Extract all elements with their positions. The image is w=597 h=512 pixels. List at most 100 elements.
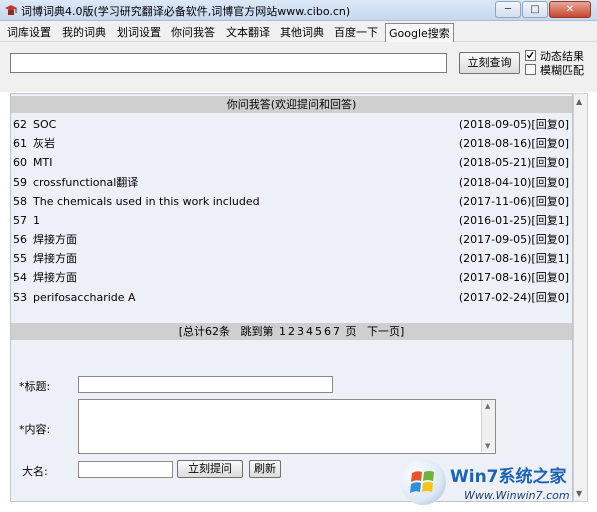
search-button[interactable]: 立刻查询	[459, 52, 520, 74]
question-id: 56	[13, 233, 27, 246]
reply-link[interactable]: [回复1]	[531, 214, 569, 227]
menu-item-other-dicts[interactable]: 其他词典	[280, 24, 324, 40]
qa-section-header: 你问我答(欢迎提问和回答)	[11, 96, 572, 113]
list-item[interactable]: 59 crossfunctional翻译 (2018-04-10)[回复0]	[13, 174, 569, 192]
watermark: Win7系统之家 Www.Winwin7.com	[398, 457, 593, 509]
reply-link[interactable]: [回复0]	[531, 176, 569, 189]
question-id: 53	[13, 291, 27, 304]
list-item[interactable]: 62 SOC (2018-09-05)[回复0]	[13, 116, 569, 134]
question-date: (2017-08-16)	[458, 252, 532, 265]
minimize-icon: ─	[504, 4, 512, 15]
question-title[interactable]: MTI	[33, 154, 52, 172]
submit-question-button[interactable]: 立刻提问	[177, 460, 243, 478]
menu-bar: 词库设置 我的词典 划词设置 你问我答 文本翻译 其他词典 百度一下 Googl…	[0, 21, 597, 43]
close-button[interactable]: ✕	[549, 1, 591, 18]
window-title: 词博词典4.0版(学习研究翻译必备软件,词博官方网站www.cibo.cn)	[21, 5, 351, 18]
page-link[interactable]: 6	[324, 325, 331, 338]
list-item[interactable]: 57 1 (2016-01-25)[回复1]	[13, 212, 569, 230]
page-link[interactable]: 1	[279, 325, 286, 338]
page-link[interactable]: 4	[306, 325, 313, 338]
fuzzy-match-label: 模糊匹配	[540, 64, 584, 77]
question-id: 60	[13, 156, 27, 169]
menu-item-baidu[interactable]: 百度一下	[334, 24, 378, 40]
list-item[interactable]: 58 The chemicals used in this work inclu…	[13, 193, 569, 211]
question-title[interactable]: crossfunctional翻译	[33, 174, 138, 192]
question-id: 54	[13, 271, 27, 284]
close-icon: ✕	[565, 4, 575, 15]
question-title[interactable]: SOC	[33, 116, 56, 134]
search-input[interactable]	[10, 53, 447, 73]
question-meta: (2018-04-10)[回复0]	[459, 174, 569, 192]
dynamic-result-checkbox[interactable]	[525, 50, 536, 61]
question-date: (2018-08-16)	[458, 137, 532, 150]
maximize-button[interactable]: □	[522, 1, 548, 18]
scroll-up-icon[interactable]: ▲	[485, 402, 490, 410]
scroll-down-icon[interactable]: ▼	[485, 442, 490, 450]
list-item[interactable]: 53 perifosaccharide A (2017-02-24)[回复0]	[13, 289, 569, 307]
fuzzy-match-checkbox[interactable]	[525, 64, 536, 75]
reply-link[interactable]: [回复0]	[531, 233, 569, 246]
question-date: (2017-11-06)	[458, 195, 532, 208]
question-meta: (2017-11-06)[回复0]	[459, 193, 569, 211]
menu-item-qa[interactable]: 你问我答	[171, 24, 215, 40]
reply-link[interactable]: [回复0]	[531, 271, 569, 284]
list-item[interactable]: 54 焊接方面 (2017-08-16)[回复0]	[13, 269, 569, 287]
question-title[interactable]: 焊接方面	[33, 250, 77, 268]
minimize-button[interactable]: ─	[495, 1, 521, 18]
content-textarea[interactable]	[78, 399, 496, 454]
menu-item-my-dict[interactable]: 我的词典	[62, 24, 106, 40]
question-title[interactable]: 焊接方面	[33, 269, 77, 287]
menu-item-hover-settings[interactable]: 划词设置	[117, 24, 161, 40]
page-link[interactable]: 3	[297, 325, 304, 338]
pager-page-unit: 页	[345, 325, 357, 338]
name-label: 大名:	[22, 465, 48, 478]
google-search-button[interactable]: Google搜索	[385, 23, 454, 43]
reply-link[interactable]: [回复0]	[531, 118, 569, 131]
page-link[interactable]: 7	[333, 325, 340, 338]
pager-jump-label: 跳到第	[240, 325, 274, 338]
question-date: (2017-09-05)	[458, 233, 532, 246]
reply-link[interactable]: [回复1]	[531, 252, 569, 265]
list-item[interactable]: 61 灰岩 (2018-08-16)[回复0]	[13, 135, 569, 153]
search-area: 立刻查询 动态结果 模糊匹配	[0, 42, 597, 92]
scroll-up-icon[interactable]: ▲	[576, 97, 582, 106]
textarea-scrollbar[interactable]: ▲ ▼	[481, 400, 495, 452]
reply-link[interactable]: [回复0]	[531, 291, 569, 304]
question-date: (2017-08-16)	[458, 271, 532, 284]
question-title[interactable]: 灰岩	[33, 135, 55, 153]
reply-link[interactable]: [回复0]	[531, 195, 569, 208]
page-link[interactable]: 5	[315, 325, 322, 338]
question-title[interactable]: perifosaccharide A	[33, 289, 136, 307]
name-input[interactable]	[78, 461, 173, 478]
windows-logo-icon	[400, 459, 446, 505]
pager-total: [总计62条	[178, 325, 230, 338]
next-page-link[interactable]: 下一页]	[367, 325, 404, 338]
menu-item-dict-settings[interactable]: 词库设置	[7, 24, 51, 40]
pager: [总计62条 跳到第 1234567 页 下一页]	[11, 323, 572, 340]
reply-link[interactable]: [回复0]	[531, 137, 569, 150]
app-logo-icon	[5, 5, 17, 15]
question-date: (2018-09-05)	[458, 118, 532, 131]
list-item[interactable]: 56 焊接方面 (2017-09-05)[回复0]	[13, 231, 569, 249]
vertical-scrollbar[interactable]: ▲ ▼	[573, 93, 588, 502]
question-meta: (2017-02-24)[回复0]	[459, 289, 569, 307]
list-item[interactable]: 55 焊接方面 (2017-08-16)[回复1]	[13, 250, 569, 268]
question-id: 58	[13, 195, 27, 208]
question-title[interactable]: 1	[33, 212, 40, 230]
refresh-button[interactable]: 刷新	[249, 460, 281, 478]
title-input[interactable]	[78, 376, 333, 393]
question-meta: (2018-05-21)[回复0]	[459, 154, 569, 172]
question-title[interactable]: The chemicals used in this work included	[33, 193, 260, 211]
question-meta: (2017-08-16)[回复0]	[459, 269, 569, 287]
page-link[interactable]: 2	[288, 325, 295, 338]
question-meta: (2018-09-05)[回复0]	[459, 116, 569, 134]
question-id: 59	[13, 176, 27, 189]
maximize-icon: □	[530, 4, 540, 15]
reply-link[interactable]: [回复0]	[531, 156, 569, 169]
menu-item-text-translate[interactable]: 文本翻译	[226, 24, 270, 40]
question-meta: (2017-09-05)[回复0]	[459, 231, 569, 249]
checkmark-icon	[526, 51, 534, 59]
question-title[interactable]: 焊接方面	[33, 231, 77, 249]
title-label: *标题:	[19, 380, 51, 393]
list-item[interactable]: 60 MTI (2018-05-21)[回复0]	[13, 154, 569, 172]
